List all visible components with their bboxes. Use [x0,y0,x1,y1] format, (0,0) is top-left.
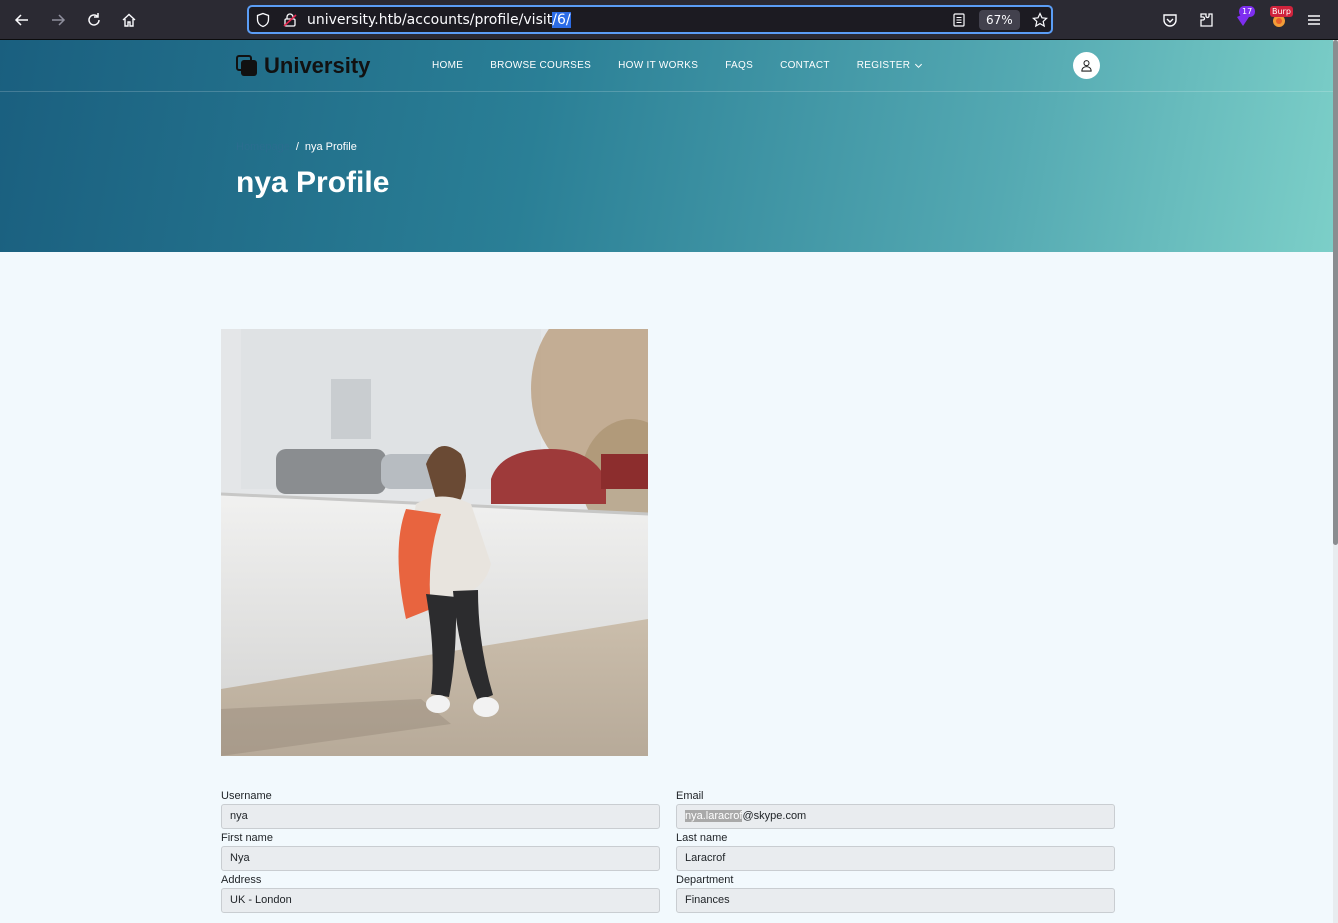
breadcrumb: Homepage / nya Profile [236,141,357,153]
reload-button[interactable] [80,6,108,34]
reload-icon [88,13,100,26]
page-scrollbar[interactable] [1333,40,1338,923]
breadcrumb-current: nya Profile [304,141,357,153]
email-selection: nya.laracrof [685,810,743,822]
site-logo[interactable]: University [236,53,370,79]
nav-browse-courses[interactable]: BROWSE COURSES [490,60,591,71]
reader-view-icon[interactable] [951,12,967,28]
hamburger-menu-icon[interactable] [1305,11,1323,29]
breadcrumb-home-link[interactable]: Homepage [236,141,290,153]
extensions-icon[interactable] [1197,11,1215,29]
lastname-input[interactable]: Laracrof [676,846,1115,871]
nav-home[interactable]: HOME [432,60,463,71]
firstname-input[interactable]: Nya [221,846,660,871]
pocket-icon[interactable] [1161,11,1179,29]
browser-toolbar: university.htb/accounts/profile/visit/6/… [0,0,1338,40]
bookmark-star-icon[interactable] [1032,12,1048,28]
department-label: Department [676,874,734,886]
scrollbar-thumb[interactable] [1333,40,1338,545]
lastname-label: Last name [676,832,728,844]
page-title: nya Profile [236,166,390,199]
site-navbar: University HOME BROWSE COURSES HOW IT WO… [0,40,1333,92]
nav-register[interactable]: REGISTER [857,60,924,71]
arrow-right-icon [52,14,66,26]
arrow-left-icon [14,14,28,26]
username-input[interactable]: nya [221,804,660,829]
nav-contact[interactable]: CONTACT [780,60,830,71]
logo-mark-icon [236,55,258,77]
email-input[interactable]: nya.laracrof@skype.com [676,804,1115,829]
page-header: University HOME BROWSE COURSES HOW IT WO… [0,40,1333,252]
main-menu: HOME BROWSE COURSES HOW IT WORKS FAQS CO… [432,60,950,71]
firstname-field: First name Nya [221,831,660,871]
firstname-label: First name [221,832,273,844]
chevron-down-icon [915,63,923,69]
zoom-indicator[interactable]: 67% [979,10,1020,30]
department-input[interactable]: Finances [676,888,1115,913]
profile-photo-illustration [221,329,648,756]
home-button[interactable] [115,6,143,34]
department-field: Department Finances [676,873,1115,913]
breadcrumb-separator: / [295,141,299,153]
nav-register-label: REGISTER [856,60,911,71]
home-icon [122,13,136,27]
nav-how-it-works[interactable]: HOW IT WORKS [618,60,698,71]
insecure-lock-icon[interactable] [282,12,298,28]
extension-badge: 17 [1239,6,1256,17]
logo-text: University [264,53,371,78]
address-field: Address UK - London [221,873,660,913]
address-input[interactable]: UK - London [221,888,660,913]
user-icon [1081,60,1092,72]
url-selection: /6/ [552,12,571,28]
forward-button[interactable] [44,6,72,34]
email-label: Email [676,790,704,802]
url-text[interactable]: university.htb/accounts/profile/visit/6/ [307,11,571,29]
lastname-field: Last name Laracrof [676,831,1115,871]
username-field: Username nya [221,789,660,829]
shield-icon[interactable] [255,12,271,28]
url-bar[interactable]: university.htb/accounts/profile/visit/6/… [247,5,1053,34]
account-button[interactable] [1073,52,1100,79]
burp-badge: Burp [1270,6,1293,17]
back-button[interactable] [8,6,36,34]
profile-image [221,329,648,756]
email-field: Email nya.laracrof@skype.com [676,789,1115,829]
email-domain: @skype.com [742,810,807,822]
address-label: Address [221,874,262,886]
username-label: Username [221,790,272,802]
nav-faqs[interactable]: FAQS [725,60,753,71]
